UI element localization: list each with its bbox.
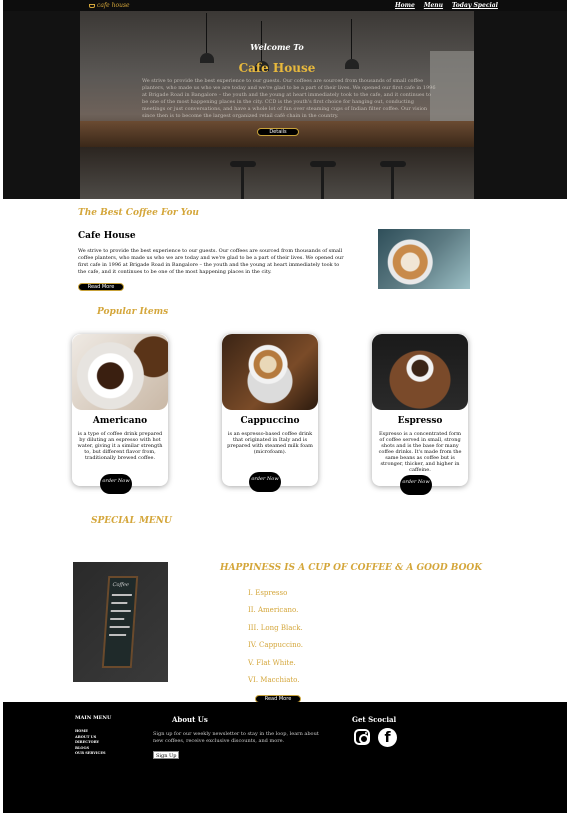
product-card-espresso: Espresso Espresso is a concentrated form… [372,334,468,495]
product-name: Cappuccino [240,416,300,426]
menu-item: III. Long Black. [248,623,303,632]
americano-image [72,334,168,410]
nav-links: Home Menu Today Special [395,2,498,9]
hero-description: We strive to provide the best experience… [142,78,436,119]
special-menu-title: SPECIAL MENU [91,516,172,526]
hero-banner: Welcome To Cafe House We strive to provi… [80,11,474,199]
footer-about-title: About Us [172,715,208,724]
bar-stool [230,161,256,199]
about-text: We strive to provide the best experience… [78,248,344,275]
product-description: Espresso is a concentrated form of coffe… [378,431,462,473]
bar-stool [310,161,336,199]
bar-stool [380,161,406,199]
menu-item: VI. Macchiato. [248,675,300,684]
special-menu-list: I. Espresso II. Americano. III. Long Bla… [248,588,303,692]
product-name: Espresso [397,416,443,426]
newsletter-text: Sign up for our weekly newsletter to sta… [153,731,319,744]
nav-link-home[interactable]: Home [395,2,415,9]
order-now-button[interactable]: order Now [249,472,281,492]
hero-welcome: Welcome To [250,42,304,52]
product-card-americano: Americano is a type of coffee drink prep… [72,334,168,494]
order-now-button[interactable]: order Now [100,474,132,494]
product-description: is an espresso-based coffee drink that o… [227,431,313,455]
signup-button[interactable]: Sign Up [153,751,180,759]
footer-link-services[interactable]: OUR SERVICES [75,751,106,757]
brand-name: cafe house [97,2,130,9]
details-button[interactable]: Details [257,128,299,136]
top-nav: cafe house Home Menu Today Special [3,0,567,11]
brand-logo[interactable]: cafe house [89,2,130,9]
board-label: Coffee [112,582,130,588]
coffee-cup-icon [89,3,95,8]
about-section-title: The Best Coffee For You [78,208,199,218]
menu-item: IV. Cappuccino. [248,641,303,650]
espresso-image [372,334,468,410]
cappuccino-image [222,334,318,410]
footer-main-menu-title: MAIN MENU [75,715,112,721]
facebook-icon[interactable]: f [378,728,397,747]
product-card-cappuccino: Cappuccino is an espresso-based coffee d… [222,334,318,492]
about-read-more-button[interactable]: Read More [78,283,124,291]
nav-link-today-special[interactable]: Today Special [452,2,498,9]
instagram-icon[interactable] [354,729,370,745]
footer-social-title: Get Scocial [352,715,397,724]
footer-main-menu: HOME ABOUT US DIRECTORY BLOGS OUR SERVIC… [75,729,106,757]
menu-item: I. Espresso [248,589,288,597]
menu-board-image: Coffee [73,562,168,682]
hero-counter [80,147,474,199]
popular-section-title: Popular Items [97,307,169,317]
special-menu-heading: HAPPINESS IS A CUP OF COFFEE & A GOOD BO… [220,563,483,573]
product-name: Americano [92,416,148,426]
menu-board-stand: Coffee [101,576,139,668]
menu-item: II. Americano. [248,606,299,615]
about-heading: Cafe House [78,231,136,241]
menu-item: V. Flat White. [248,658,296,667]
product-description: is a type of coffee drink prepared by di… [77,431,163,461]
latte-art-image [378,229,470,289]
order-now-button[interactable]: order Now [400,475,432,495]
hero-title: Cafe House [238,61,316,75]
nav-link-menu[interactable]: Menu [424,2,443,9]
